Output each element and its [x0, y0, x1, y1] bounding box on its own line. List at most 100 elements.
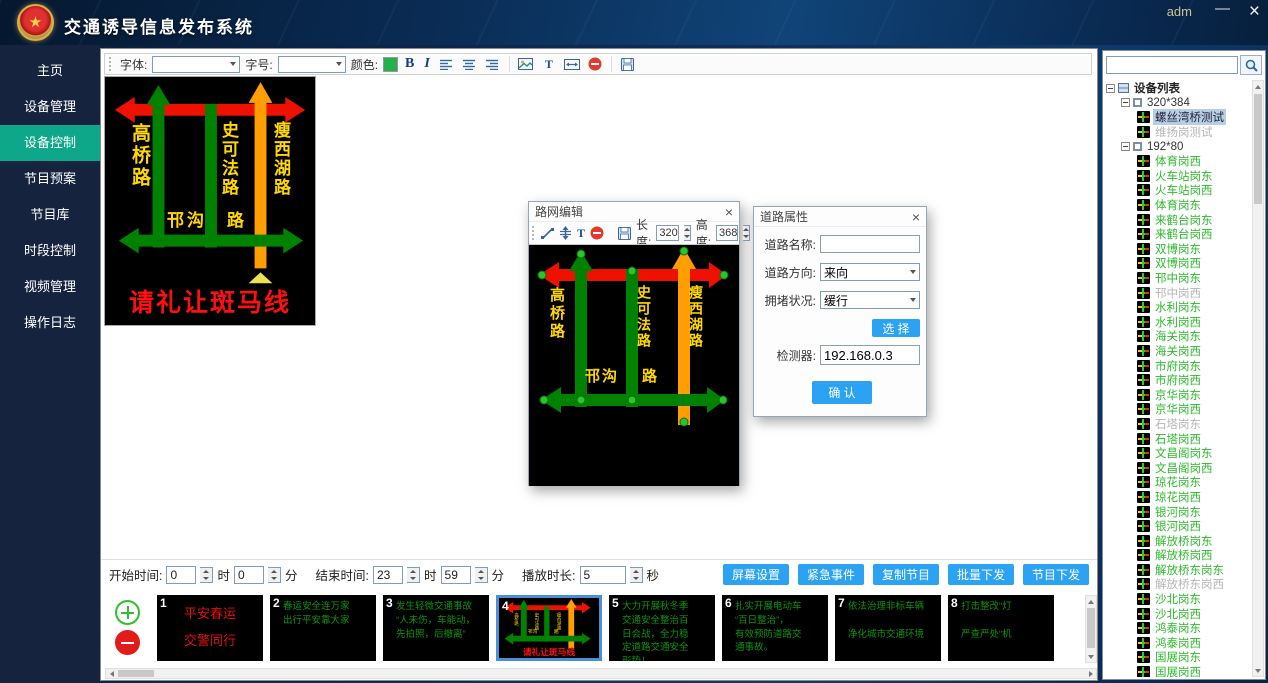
- scroll-up-icon[interactable]: [1086, 597, 1096, 606]
- tree-node[interactable]: 京华岗西: [1104, 402, 1249, 417]
- draw-line-icon[interactable]: [541, 224, 554, 242]
- delete-element-icon[interactable]: [586, 55, 604, 73]
- tree-node[interactable]: 解放桥东岗东: [1104, 563, 1249, 578]
- detector-input[interactable]: [820, 345, 920, 365]
- tree-node[interactable]: 市府岗东: [1104, 358, 1249, 373]
- save-icon[interactable]: [619, 55, 637, 73]
- schedule-action-button[interactable]: 屏幕设置: [723, 564, 789, 585]
- tree-node[interactable]: 海关岗西: [1104, 344, 1249, 359]
- tree-node[interactable]: 鸿泰岗东: [1104, 621, 1249, 636]
- bold-button[interactable]: B: [403, 56, 416, 72]
- insert-image-icon[interactable]: [517, 55, 535, 73]
- scroll-down-icon[interactable]: [1086, 652, 1096, 661]
- schedule-action-button[interactable]: 批量下发: [948, 564, 1014, 585]
- tree-node[interactable]: 文昌阁岗东: [1104, 446, 1249, 461]
- tree-node[interactable]: 石塔岗东: [1104, 417, 1249, 432]
- tree-node[interactable]: 琼花岗东: [1104, 475, 1249, 490]
- insert-text-icon[interactable]: T: [540, 55, 558, 73]
- playlist-horizontal-scrollbar[interactable]: [105, 668, 1097, 679]
- playlist-item[interactable]: 7 依法治理非标车辆 净化城市交通环境 高桥路 史可法路 瘦西湖路 邗沟 路 请…: [835, 595, 941, 661]
- start-minute-input[interactable]: 0: [234, 566, 264, 584]
- italic-button[interactable]: I: [421, 56, 432, 72]
- search-button[interactable]: [1240, 55, 1262, 75]
- road-direction-select[interactable]: 来向: [820, 263, 920, 281]
- remove-program-button[interactable]: [115, 630, 140, 655]
- scrollbar-thumb[interactable]: [118, 670, 154, 677]
- sidebar-item[interactable]: 节目库: [0, 197, 100, 233]
- start-minute-stepper[interactable]: [268, 567, 281, 583]
- align-left-icon[interactable]: [438, 55, 456, 73]
- height-input[interactable]: 368: [716, 225, 738, 241]
- tree-node[interactable]: 文昌阁岗西: [1104, 460, 1249, 475]
- tree-expander-icon[interactable]: [1106, 84, 1115, 93]
- scrollbar-thumb[interactable]: [1087, 608, 1095, 648]
- start-hour-stepper[interactable]: [200, 567, 213, 583]
- playlist-item[interactable]: 6 扎实开展电动车 “百日整治”， 有效预防道路交 通事故。 高桥路 史可法路 …: [722, 595, 828, 661]
- screen-size-icon[interactable]: [563, 55, 581, 73]
- height-stepper[interactable]: [743, 225, 750, 241]
- tree-node[interactable]: 市府岗西: [1104, 373, 1249, 388]
- tree-node[interactable]: 京华岗东: [1104, 387, 1249, 402]
- end-hour-stepper[interactable]: [407, 567, 420, 583]
- minimize-icon[interactable]: —: [1215, 0, 1230, 17]
- tree-node[interactable]: 石塔岗西: [1104, 431, 1249, 446]
- playlist-vertical-scrollbar[interactable]: [1085, 595, 1097, 663]
- tree-node[interactable]: 水利岗西: [1104, 315, 1249, 330]
- tree-node[interactable]: 邗中岗西: [1104, 285, 1249, 300]
- scroll-up-icon[interactable]: [1253, 82, 1263, 91]
- tree-node[interactable]: 火车站岗东: [1104, 169, 1249, 184]
- sidebar-item[interactable]: 主页: [0, 53, 100, 89]
- road-name-input[interactable]: [820, 235, 920, 253]
- playlist-item[interactable]: 2 春运安全连万家 出行平安靠大家 高桥路 史可法路 瘦西湖路 邗沟 路 请礼让…: [270, 595, 376, 661]
- tree-node[interactable]: 螺丝湾桥测试: [1104, 110, 1249, 125]
- scrollbar-thumb[interactable]: [1254, 94, 1262, 204]
- confirm-button[interactable]: 确 认: [812, 381, 872, 404]
- sidebar-item[interactable]: 视频管理: [0, 269, 100, 305]
- playlist-item[interactable]: 8 打击整改“灯 严查严处“机 高桥路 史可法路 瘦西湖路 邗沟 路 请礼让斑马…: [948, 595, 1054, 661]
- end-minute-stepper[interactable]: [475, 567, 488, 583]
- delete-road-icon[interactable]: [590, 224, 604, 242]
- congestion-select[interactable]: 缓行: [820, 291, 920, 309]
- tree-node[interactable]: 海关岗东: [1104, 329, 1249, 344]
- length-input[interactable]: 320: [656, 225, 678, 241]
- tree-node[interactable]: 双博岗东: [1104, 242, 1249, 257]
- road-tool-icon[interactable]: [559, 224, 572, 242]
- tree-node[interactable]: 国展岗东: [1104, 650, 1249, 665]
- select-detector-button[interactable]: 选 择: [872, 319, 920, 337]
- align-right-icon[interactable]: [484, 55, 502, 73]
- sidebar-item[interactable]: 时段控制: [0, 233, 100, 269]
- road-editor-canvas[interactable]: 高桥路 史可法路 瘦西湖路 邗沟 路: [529, 244, 739, 486]
- color-swatch[interactable]: [383, 57, 398, 72]
- close-icon[interactable]: ×: [725, 205, 733, 219]
- tree-node[interactable]: 沙北岗西: [1104, 606, 1249, 621]
- tree-node[interactable]: 320*384: [1104, 96, 1249, 111]
- tree-node[interactable]: 鸿泰岗西: [1104, 636, 1249, 651]
- scroll-down-icon[interactable]: [1253, 666, 1263, 675]
- tree-node[interactable]: 192*80: [1104, 139, 1249, 154]
- duration-input[interactable]: 5: [580, 566, 626, 584]
- tree-node[interactable]: 水利岗东: [1104, 300, 1249, 315]
- tree-node[interactable]: 邗中岗东: [1104, 271, 1249, 286]
- align-center-icon[interactable]: [461, 55, 479, 73]
- tree-node[interactable]: 银河岗东: [1104, 504, 1249, 519]
- close-icon[interactable]: ×: [1249, 1, 1260, 23]
- scroll-right-icon[interactable]: [1086, 669, 1095, 678]
- tree-node[interactable]: 国展岗西: [1104, 665, 1249, 677]
- playlist-item[interactable]: 4 高桥路 史可法路 瘦西湖路 邗沟 路 请礼让斑马线: [496, 595, 602, 661]
- end-hour-input[interactable]: 23: [373, 566, 403, 584]
- schedule-action-button[interactable]: 节目下发: [1023, 564, 1089, 585]
- tree-node[interactable]: 设备列表: [1104, 81, 1249, 96]
- add-program-button[interactable]: [115, 600, 140, 625]
- tree-expander-icon[interactable]: [1121, 142, 1130, 151]
- sidebar-item[interactable]: 设备控制: [0, 125, 100, 161]
- sidebar-item[interactable]: 节目预案: [0, 161, 100, 197]
- text-tool-icon[interactable]: T: [577, 224, 585, 242]
- tree-expander-icon[interactable]: [1121, 98, 1130, 107]
- playlist-item[interactable]: 5 大力开展秋冬季 交通安全整治百 日会战，全力稳 定道路交通安全 形势！ 高桥…: [609, 595, 715, 661]
- playlist-item[interactable]: 3 发生轻微交通事故 “人未伤，车能动， 先拍照，后撤离” 高桥路 史可法路 瘦…: [383, 595, 489, 661]
- device-search-input[interactable]: [1106, 56, 1238, 74]
- tree-node[interactable]: 体育岗西: [1104, 154, 1249, 169]
- sidebar-item[interactable]: 设备管理: [0, 89, 100, 125]
- start-hour-input[interactable]: 0: [166, 566, 196, 584]
- save-road-icon[interactable]: [618, 224, 631, 242]
